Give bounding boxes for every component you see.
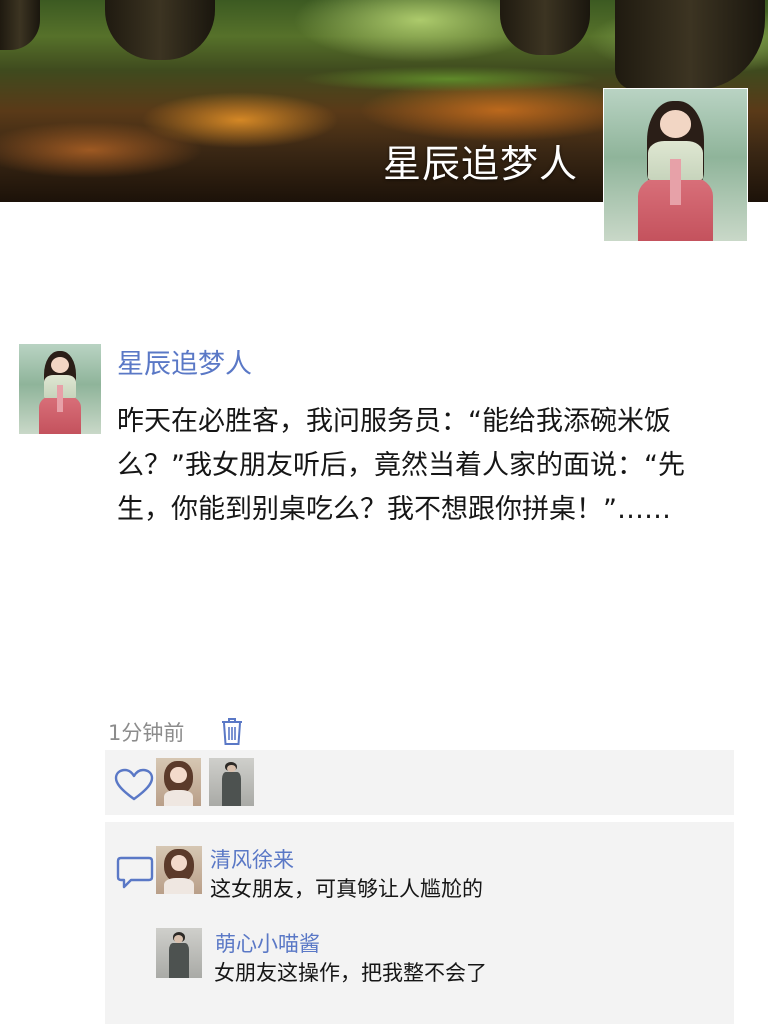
post-author-name[interactable]: 星辰追梦人 (117, 342, 252, 381)
heart-icon[interactable] (114, 768, 154, 802)
commenter-avatar[interactable] (156, 846, 202, 894)
trash-icon[interactable] (220, 716, 244, 746)
moss-patch (300, 66, 600, 92)
post-content: 昨天在必胜客，我问服务员：“能给我添碗米饭么？”我女朋友听后，竟然当着人家的面说… (117, 406, 685, 525)
comment-text: 女朋友这操作，把我整不会了 (214, 961, 487, 985)
comment-author[interactable]: 清风徐来 (210, 844, 294, 874)
tree-trunk (0, 0, 40, 50)
post-timestamp: 1分钟前 (108, 721, 185, 745)
comment-bubble-icon[interactable] (115, 855, 155, 891)
post-author-avatar[interactable] (19, 344, 101, 434)
comment-author[interactable]: 萌心小喵酱 (215, 928, 320, 958)
tree-trunk (105, 0, 215, 60)
cover-username: 星辰追梦人 (383, 142, 579, 186)
profile-avatar[interactable] (603, 88, 748, 242)
tree-trunk (500, 0, 590, 55)
liker-avatar[interactable] (156, 758, 201, 806)
commenter-avatar[interactable] (156, 928, 202, 978)
comment-text: 这女朋友，可真够让人尴尬的 (210, 877, 483, 901)
liker-avatar[interactable] (209, 758, 254, 806)
tree-trunk (615, 0, 765, 90)
